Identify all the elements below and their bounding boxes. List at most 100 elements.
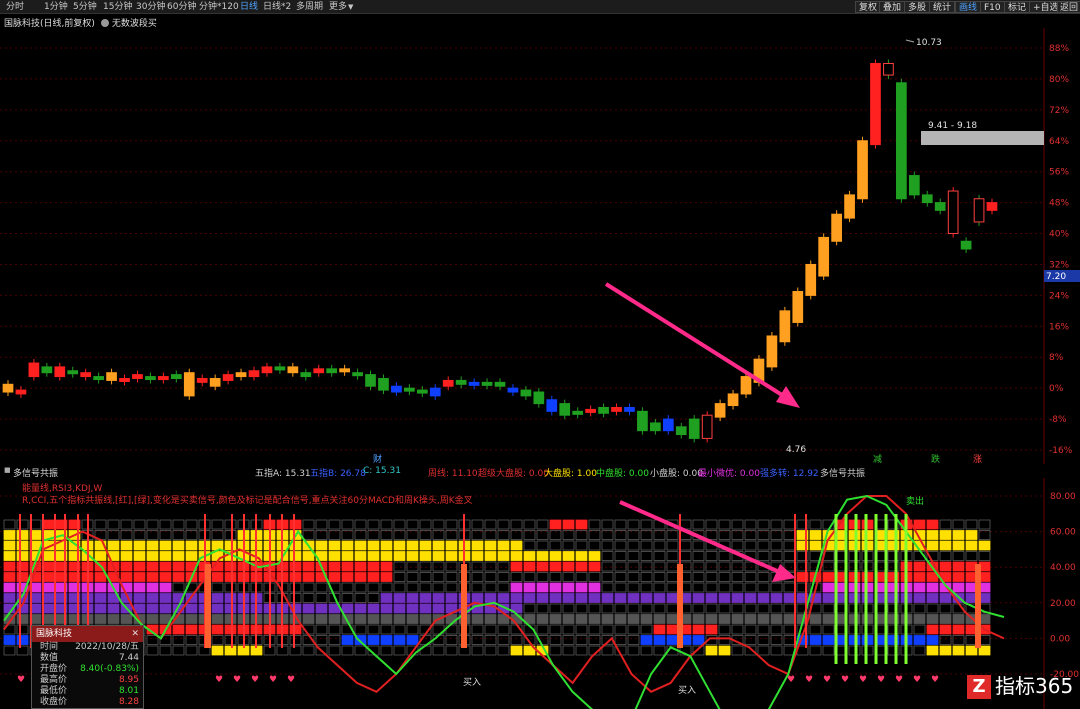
signal-cell (575, 551, 588, 561)
close-icon[interactable]: ✕ (131, 626, 139, 642)
signal-cell (224, 635, 237, 645)
heart-marker-icon: ♥ (823, 675, 831, 685)
back-button[interactable]: 返回 (1057, 1, 1080, 13)
candle-body (857, 140, 868, 200)
signal-cell (653, 593, 666, 603)
candle-body (611, 406, 622, 412)
signal-cell (744, 603, 757, 614)
signal-cell (562, 561, 575, 572)
draw-line-button[interactable]: 画线 (955, 1, 982, 13)
signal-cell (718, 561, 731, 572)
signal-cell (120, 614, 133, 624)
signal-cell (926, 635, 939, 645)
signal-cell (445, 572, 458, 582)
candle-body (960, 240, 972, 250)
signal-cell (133, 582, 146, 593)
candle-body (934, 202, 946, 211)
signal-cell (757, 603, 770, 614)
signal-cell (146, 635, 159, 645)
candle-body (650, 422, 661, 432)
tab-60min[interactable]: 60分钟 (167, 0, 196, 14)
tab-30min[interactable]: 30分钟 (136, 0, 165, 14)
signal-cell (224, 645, 237, 656)
signal-cell (328, 614, 341, 624)
signal-cell (146, 582, 159, 593)
signal-cell (913, 582, 926, 593)
signal-cell (913, 561, 926, 572)
signal-cell (146, 572, 159, 582)
panel-toggle-icon[interactable]: ■ (4, 466, 11, 474)
signal-cell (3, 561, 16, 572)
candle-body (675, 426, 687, 436)
price-axis-labels: 88% 80% 72% 64% 56% 48% 40% 32% 24% 16% 8% 0% -8% -16… (1049, 44, 1073, 456)
signal-cell (211, 635, 224, 645)
signal-cell (939, 603, 952, 614)
signal-cell (471, 519, 484, 530)
adjust-button[interactable]: 复权 (855, 1, 882, 13)
signal-cell (744, 540, 757, 551)
marker-zhang[interactable]: 涨 (973, 454, 982, 464)
signal-cell (627, 519, 640, 530)
signal-cell (380, 603, 393, 614)
tab-daily-x2[interactable]: 日线*2 (263, 0, 291, 14)
marker-cai[interactable]: 财 (373, 453, 382, 464)
marker-jian[interactable]: 减 (873, 453, 882, 464)
signal-cell (159, 603, 172, 614)
signal-cell (497, 530, 510, 540)
signal-cell (692, 582, 705, 593)
price-tick-label: 24% (1049, 291, 1069, 301)
signal-cell (328, 572, 341, 582)
signal-cell (939, 635, 952, 645)
signal-cell (393, 561, 406, 572)
signal-cell (367, 635, 380, 645)
signal-cell (575, 593, 588, 603)
signal-cell (627, 582, 640, 593)
signal-cell (211, 582, 224, 593)
signal-cell (354, 551, 367, 561)
signal-cell (211, 614, 224, 624)
signal-cell (380, 645, 393, 656)
signal-cell (16, 572, 29, 582)
tab-5min[interactable]: 5分钟 (73, 0, 97, 14)
signal-cell (484, 645, 497, 656)
multi-stock-button[interactable]: 多股 (904, 1, 931, 13)
signal-cell (549, 593, 562, 603)
signal-cell (692, 645, 705, 656)
signal-cell (965, 540, 978, 551)
signal-cell (16, 551, 29, 561)
signal-cell (211, 593, 224, 603)
overlay-button[interactable]: 叠加 (879, 1, 906, 13)
more-chevron-icon[interactable]: ▼ (348, 0, 353, 14)
stats-button[interactable]: 统计 (929, 1, 956, 13)
tab-1min[interactable]: 1分钟 (44, 0, 68, 14)
tab-daily[interactable]: 日线 (240, 0, 258, 14)
signal-cell (757, 635, 770, 645)
marker-die[interactable]: 跌 (931, 454, 940, 464)
main-price-chart[interactable]: 9.41 - 9.18 10.73 4.76 财 减 跌 涨 88% 80% 72%… (0, 28, 1080, 464)
signal-cell (939, 624, 952, 635)
signal-cell (289, 624, 302, 635)
tooltip-header[interactable]: 国脉科技 ✕ (32, 626, 143, 642)
signal-cell (16, 635, 29, 645)
heart-marker-icon: ♥ (841, 675, 849, 685)
tab-more[interactable]: 更多 (329, 0, 347, 14)
signal-cell (224, 624, 237, 635)
indicator-panel[interactable]: ♥♥♥♥♥♥♥♥♥♥♥♥♥♥♥♥♥♥♥♥♥ 买入 买入 卖出 80.0060.0… (0, 478, 1080, 709)
signal-cell (757, 540, 770, 551)
signal-cell (627, 635, 640, 645)
signal-cell (913, 645, 926, 656)
signal-cell (640, 593, 653, 603)
signal-cell (445, 645, 458, 656)
indicator-dot-icon[interactable] (100, 19, 109, 27)
tab-fenshi[interactable]: 分时 (6, 0, 24, 14)
candle-body (792, 291, 804, 323)
mark-button[interactable]: 标记 (1004, 1, 1031, 13)
tab-15min[interactable]: 15分钟 (103, 0, 132, 14)
signal-cell (731, 519, 744, 530)
signal-cell (3, 530, 16, 540)
tab-min120[interactable]: 分钟*120 (199, 0, 239, 14)
tab-multi-period[interactable]: 多周期 (296, 0, 323, 14)
price-tick-label: 0% (1049, 384, 1064, 394)
signal-cell (536, 582, 549, 593)
f10-button[interactable]: F10 (980, 1, 1005, 13)
